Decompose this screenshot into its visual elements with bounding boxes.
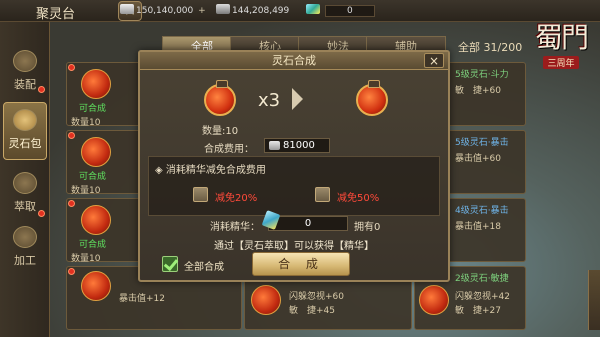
essence-amount: 0 (324, 5, 375, 17)
sidebar-item-label: 装配 (14, 78, 36, 91)
gold-amount: 144,208,499 (232, 6, 290, 16)
notification-dot (68, 64, 75, 71)
sidebar-item-equip[interactable]: 装配 (3, 44, 47, 102)
result-stone-icon (356, 80, 388, 116)
stone-bag-icon (13, 109, 37, 131)
stone-gem-icon (419, 285, 449, 315)
discount-20-label: 减免20% (215, 193, 258, 204)
notification-dot (68, 200, 75, 207)
equip-icon (13, 50, 37, 72)
page-title: 聚灵台 (36, 7, 76, 22)
multiplier-label: x3 (258, 90, 281, 111)
discount-50-label: 减免50% (337, 193, 380, 204)
stone-stat: 闪躲忽视+42 (455, 292, 510, 302)
fee-value: 81000 (283, 140, 315, 151)
essence-value: 0 (268, 216, 348, 231)
fee-label: 合成费用： (204, 144, 254, 155)
stone-name: 4级灵石·暴击 (455, 206, 509, 216)
combine-all-label: 全部合成 (184, 262, 224, 273)
left-sidebar: 装配 灵石包 萃取 加工 (0, 22, 50, 337)
hint-text: 通过【灵石萃取】可以获得【精华】 (214, 241, 374, 252)
notification-dot (38, 86, 45, 93)
top-bar: 聚灵台 × 150,140,000 + 144,208,499 0 (0, 0, 600, 22)
stone-quantity: 数量10 (71, 186, 101, 196)
stone-name: 5级灵石·暴击 (455, 138, 509, 148)
stone-gem-icon (81, 205, 111, 235)
notification-dot (38, 210, 45, 217)
status-label: 可合成 (79, 104, 107, 114)
stone-name: 5级灵石·斗力 (455, 70, 509, 80)
stone-gem-icon (81, 69, 111, 99)
sidebar-item-label: 加工 (14, 254, 36, 267)
item-count: 全部 31/200 (458, 41, 523, 54)
stone-quantity: 数量10 (71, 254, 101, 264)
dialog-title: 灵石合成 (140, 52, 448, 70)
essence-icon (306, 4, 320, 14)
notification-dot (68, 132, 75, 139)
stone-stat: 敏 捷+60 (455, 86, 501, 96)
essence-currency: 0 (306, 4, 375, 17)
gold-icon (216, 4, 230, 14)
status-label: 可合成 (79, 172, 107, 182)
silver-icon (120, 4, 134, 14)
arrow-right-icon (292, 88, 303, 110)
gold-currency: 144,208,499 (216, 4, 289, 16)
sidebar-item-process[interactable]: 加工 (3, 220, 47, 278)
essence-owned: 拥有0 (354, 222, 381, 233)
discount-20-checkbox[interactable] (193, 187, 208, 202)
extract-icon (13, 172, 37, 194)
process-icon (13, 226, 37, 248)
side-ornament (588, 270, 600, 330)
game-logo: 蜀門 三周年 (528, 16, 594, 78)
sidebar-item-label: 灵石包 (8, 137, 42, 150)
discount-section: ◈ 消耗精华减免合成费用 减免20% 减免50% (148, 156, 440, 216)
stone-stat: 敏 捷+45 (289, 306, 335, 316)
combine-button[interactable]: 合 成 (252, 252, 350, 276)
stone-gem-icon (81, 271, 111, 301)
notification-dot (68, 268, 75, 275)
stone-stat: 暴击值+12 (119, 294, 165, 304)
essence-label: 消耗精华： (210, 222, 260, 233)
silver-currency: 150,140,000 + (120, 4, 206, 16)
combine-dialog: 灵石合成 × x3 数量:10 合成费用： 81000 ◈ 消耗精华减免合成费用… (138, 50, 450, 282)
sidebar-item-label: 萃取 (14, 200, 36, 213)
stone-gem-icon (81, 137, 111, 167)
logo-title: 蜀門 (534, 21, 589, 54)
source-stone-icon (204, 80, 236, 116)
stone-quantity: 数量:10 (202, 126, 239, 137)
stone-stat: 暴击值+60 (455, 154, 501, 164)
section-title: ◈ 消耗精华减免合成费用 (155, 165, 266, 176)
discount-50-checkbox[interactable] (315, 187, 330, 202)
stone-stat: 敏 捷+27 (455, 306, 501, 316)
stone-stat: 暴击值+18 (455, 222, 501, 232)
stone-gem-icon (251, 285, 281, 315)
combine-all-checkbox[interactable] (162, 256, 178, 272)
silver-icon (269, 141, 280, 150)
stone-stat: 闪躲忽视+60 (289, 292, 344, 302)
sidebar-item-stone-bag[interactable]: 灵石包 (3, 102, 47, 160)
stone-name: 2级灵石·敏捷 (455, 274, 509, 284)
fee-value-box: 81000 (264, 138, 330, 153)
dialog-close-button[interactable]: × (424, 53, 444, 68)
logo-subtitle: 三周年 (543, 56, 579, 69)
stone-quantity: 数量10 (71, 118, 101, 128)
status-label: 可合成 (79, 240, 107, 250)
silver-amount: 150,140,000 (136, 6, 194, 16)
